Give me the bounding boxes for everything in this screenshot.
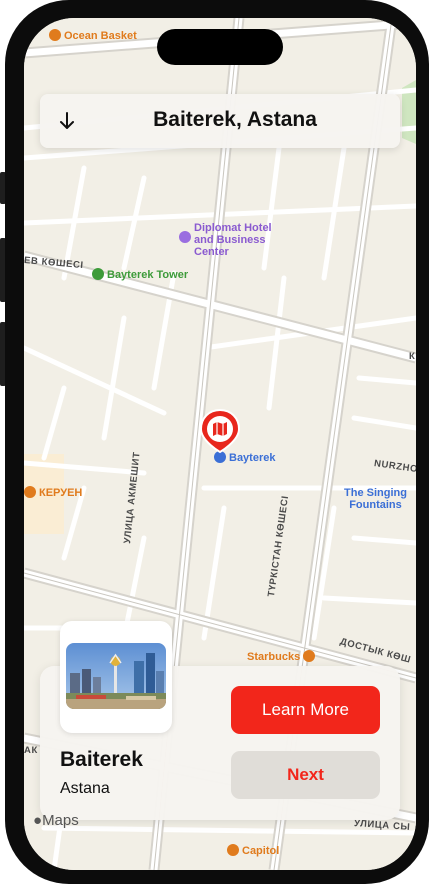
poi-capitol[interactable]: Capitol <box>227 844 279 857</box>
apple-maps-logo: ●Maps <box>33 812 79 829</box>
dynamic-island <box>157 29 283 65</box>
building-icon <box>92 268 104 281</box>
learn-more-button[interactable]: Learn More <box>231 686 380 734</box>
poi-bayterek-tower[interactable]: Bayterek Tower <box>92 268 188 281</box>
screen: Ocean Basket Diplomat Hotel and Business… <box>24 18 416 870</box>
arrow-down-icon[interactable] <box>54 108 80 134</box>
poi-diplomat-hotel[interactable]: Diplomat Hotel and Business Center <box>179 222 272 258</box>
shopping-icon <box>24 486 36 499</box>
page-title: Baiterek, Astana <box>153 108 317 131</box>
street-label-bottom-left: АК <box>24 745 38 756</box>
baiterek-photo <box>66 643 166 709</box>
poi-starbucks[interactable]: Starbucks <box>247 650 318 663</box>
place-city: Astana <box>60 780 110 797</box>
coffee-icon <box>303 650 316 663</box>
phone-device: Ocean Basket Diplomat Hotel and Business… <box>0 0 434 884</box>
poi-keruen[interactable]: КЕРУЕН <box>24 486 82 499</box>
poi-singing-fountains[interactable]: The Singing Fountains <box>344 487 407 511</box>
restaurant-icon <box>49 29 61 42</box>
next-button[interactable]: Next <box>231 751 380 799</box>
hotel-icon <box>179 231 191 243</box>
place-name: Baiterek <box>60 748 143 771</box>
street-label-edge: К <box>409 351 416 362</box>
header-card: Baiterek, Astana <box>40 94 400 148</box>
place-thumbnail[interactable] <box>60 621 172 733</box>
map-pin-icon[interactable] <box>198 408 242 464</box>
theater-icon <box>227 844 239 857</box>
poi-ocean-basket[interactable]: Ocean Basket <box>49 29 137 42</box>
apple-logo-icon: ● <box>33 812 43 829</box>
